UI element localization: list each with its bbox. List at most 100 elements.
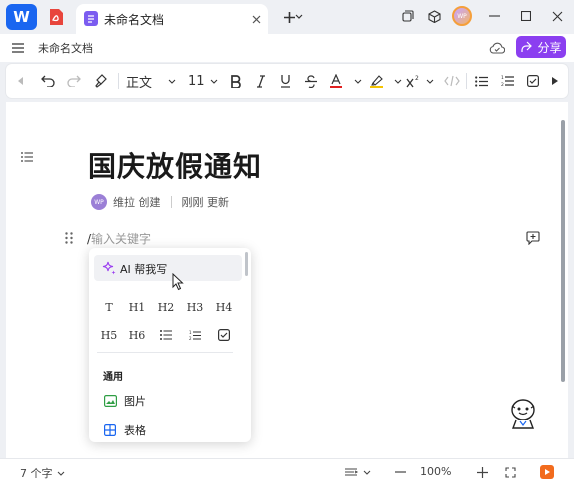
share-button[interactable]: 分享 [516,36,566,58]
code-icon[interactable] [442,71,462,91]
font-color-icon [330,74,342,88]
heading-3-button[interactable]: H3 [185,298,205,316]
undo-icon[interactable] [38,71,58,91]
font-size-select[interactable]: 11 [188,71,218,91]
fullscreen-icon[interactable] [502,463,518,481]
outline-icon[interactable] [16,146,38,168]
cube-icon[interactable] [426,8,442,24]
image-icon [103,394,117,408]
add-comment-icon[interactable] [525,230,541,246]
chevron-down-icon [363,470,371,475]
chevron-down-icon[interactable] [293,9,305,25]
share-icon [521,41,533,52]
author-avatar: WP [91,194,107,210]
close-window-icon[interactable] [549,8,565,24]
format-painter-icon[interactable] [90,71,112,91]
bullet-list-icon[interactable] [472,71,490,91]
checklist-icon[interactable] [524,71,542,91]
insert-image-item[interactable]: 图片 [103,392,146,410]
svg-text:1: 1 [501,75,504,81]
svg-text:2: 2 [189,336,192,341]
text-style-button[interactable]: T [99,298,119,316]
window-restore-icon[interactable] [400,8,416,24]
superscript-button[interactable]: 2 [406,71,434,91]
numbered-list-icon[interactable]: 12 [185,326,205,344]
drag-handle-icon[interactable] [63,231,75,245]
doc-icon [84,11,98,26]
highlighter-icon [370,75,383,88]
page-width-toggle[interactable] [344,463,372,481]
svg-text:1: 1 [189,330,192,335]
image-label: 图片 [124,395,146,408]
mouse-cursor-icon [172,273,184,291]
heading-4-button[interactable]: H4 [214,298,234,316]
heading-1-button[interactable]: H1 [127,298,147,316]
paragraph-style-select[interactable]: 正文 [126,71,176,91]
ai-write-label: AI 帮我写 [120,263,168,276]
toolbar-divider [466,73,467,89]
bold-icon[interactable] [226,71,244,91]
font-color-button[interactable] [330,71,362,91]
bullet-list-icon[interactable] [156,326,176,344]
expand-right-icon[interactable] [548,71,562,91]
table-icon [103,423,117,437]
assistant-robot-icon[interactable] [509,398,537,430]
hamburger-menu-icon[interactable] [10,40,26,56]
title-bar: W 未命名文档 WP [0,0,574,34]
chevron-down-icon [57,471,64,476]
chevron-down-icon [210,79,218,84]
chevron-down-icon [394,79,402,84]
document-header: 未命名文档 分享 [0,34,574,62]
heading-2-button[interactable]: H2 [156,298,176,316]
page-width-icon [345,468,359,476]
user-avatar[interactable]: WP [452,6,472,26]
vertical-scrollbar[interactable] [561,120,565,382]
slash-command-menu: AI 帮我写 T H1 H2 H3 H4 H5 H6 12 通用 图片 表格 [89,248,251,442]
status-bar: 7 个字 100% [0,458,574,484]
heading-5-button[interactable]: H5 [99,326,119,344]
wps-logo[interactable]: W [6,4,37,30]
strikethrough-icon[interactable] [302,71,320,91]
table-label: 表格 [124,424,146,437]
superscript-icon: 2 [406,75,419,87]
document-title[interactable]: 国庆放假通知 [88,145,262,185]
highlight-button[interactable] [370,71,402,91]
zoom-out-icon[interactable] [392,463,408,481]
author-action: 维拉 创建 [113,196,161,209]
zoom-in-icon[interactable] [474,463,490,481]
heading-6-button[interactable]: H6 [127,326,147,344]
maximize-icon[interactable] [518,8,534,24]
meta-divider [170,196,172,208]
document-meta: WP 维拉 创建 刚刚 更新 [91,193,229,211]
collapse-left-icon[interactable] [14,71,28,91]
redo-icon[interactable] [64,71,84,91]
font-size-label: 11 [188,73,205,89]
word-count[interactable]: 7 个字 [20,465,65,481]
presentation-app-icon[interactable] [540,465,554,479]
italic-icon[interactable] [252,71,270,91]
ai-write-item[interactable]: AI 帮我写 [94,255,242,291]
checklist-icon[interactable] [214,326,234,344]
chevron-down-icon [354,79,362,84]
menu-divider [97,352,233,353]
close-tab-icon[interactable] [248,10,264,28]
pdf-tab-icon[interactable] [44,6,68,28]
format-toolbar: 正文 11 2 12 [6,64,568,98]
minimize-icon[interactable] [486,8,502,24]
numbered-list-icon[interactable]: 12 [498,71,516,91]
input-placeholder: 输入关键字 [91,232,152,246]
style-label: 正文 [126,75,153,91]
document-name[interactable]: 未命名文档 [38,40,93,56]
cloud-sync-icon[interactable] [488,39,506,57]
document-tab[interactable]: 未命名文档 [76,4,268,34]
svg-text:2: 2 [501,82,504,87]
zoom-level[interactable]: 100% [420,465,451,478]
chevron-down-icon [426,79,434,84]
underline-icon[interactable] [276,71,294,91]
menu-scrollbar[interactable] [245,252,248,276]
toolbar-divider [118,73,119,89]
tab-title: 未命名文档 [104,13,165,27]
insert-table-item[interactable]: 表格 [103,421,146,439]
slash-command-input[interactable]: /输入关键字 [87,230,151,247]
svg-text:2: 2 [415,75,419,82]
